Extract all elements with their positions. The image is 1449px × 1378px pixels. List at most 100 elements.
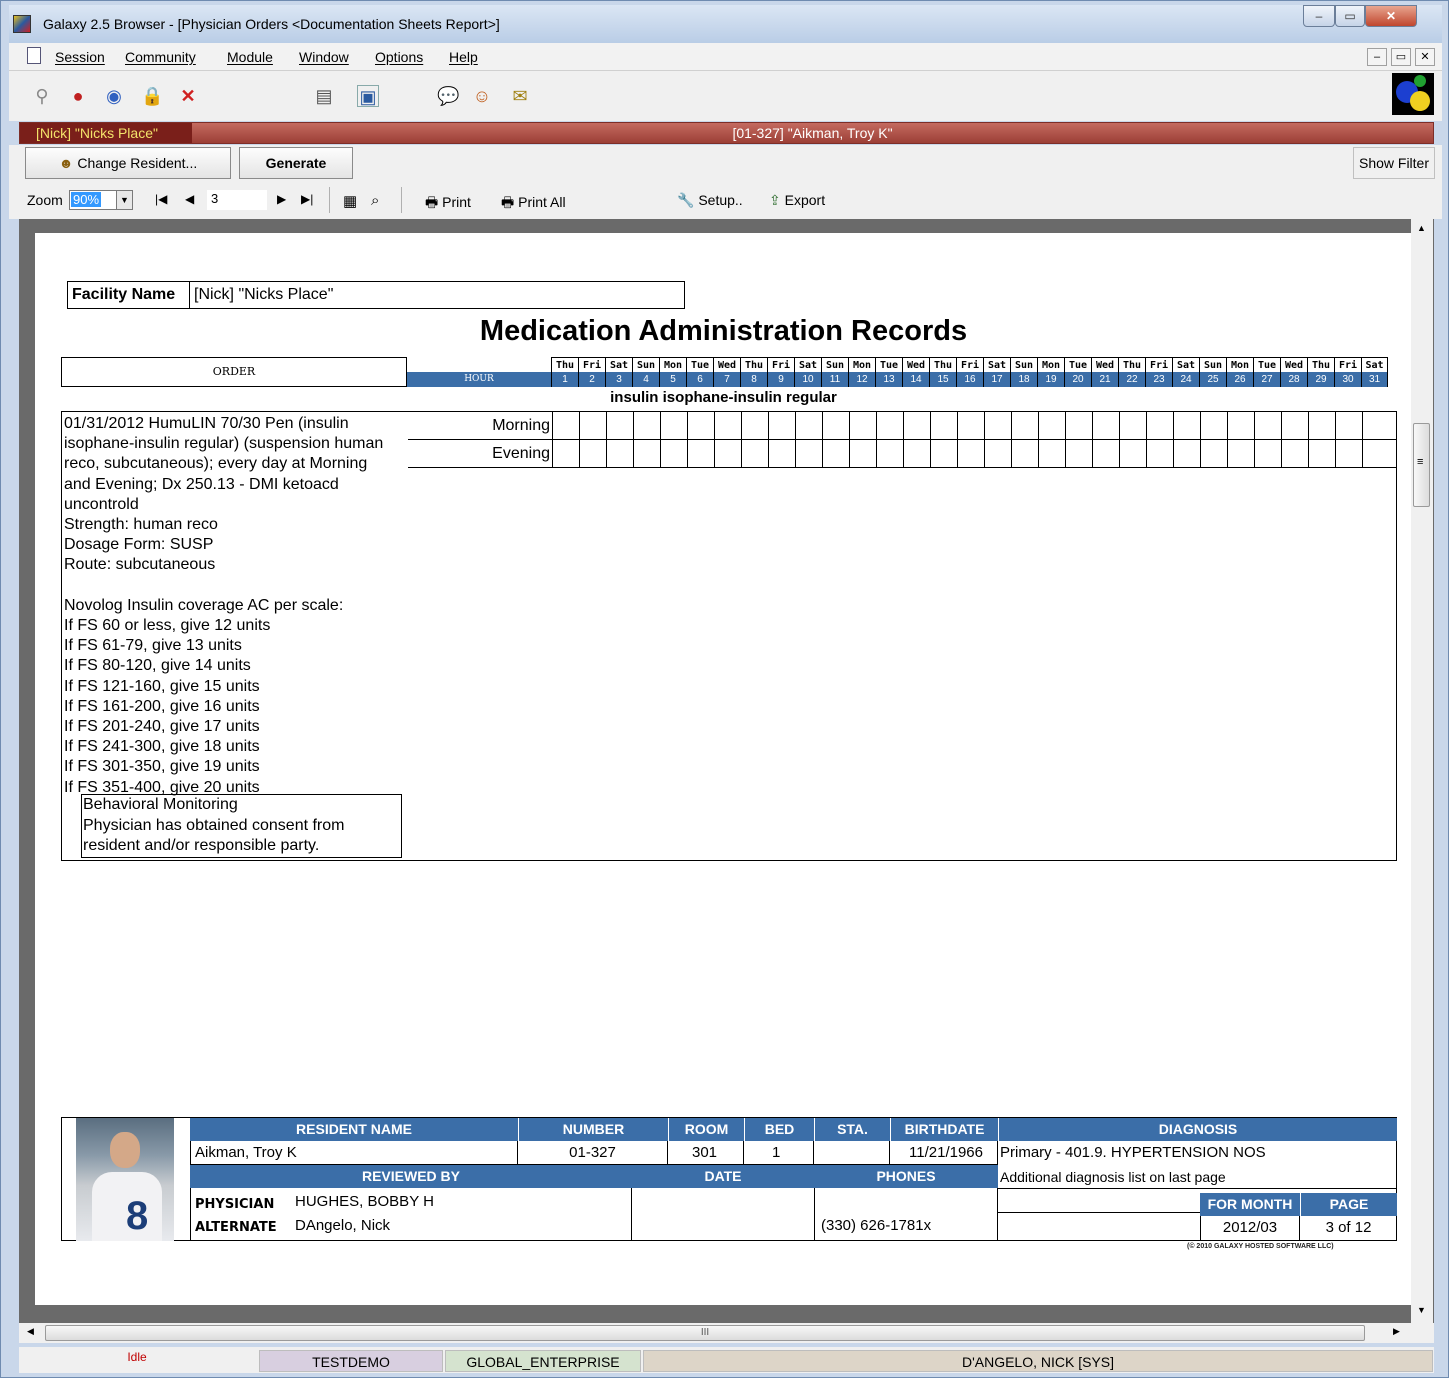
admin-cell[interactable] bbox=[822, 412, 849, 439]
admin-cell[interactable] bbox=[1335, 440, 1362, 467]
mdi-minimize-button[interactable]: – bbox=[1367, 48, 1387, 66]
admin-cell[interactable] bbox=[1065, 412, 1092, 439]
lock-icon[interactable]: 🔒 bbox=[141, 85, 163, 107]
print-all-button[interactable]: 🖶 Print All bbox=[501, 192, 566, 216]
admin-cell[interactable] bbox=[660, 440, 687, 467]
admin-cell[interactable] bbox=[741, 412, 768, 439]
tree-icon[interactable]: ▦ bbox=[343, 192, 357, 210]
admin-cell[interactable] bbox=[1065, 440, 1092, 467]
menu-community[interactable]: Community bbox=[125, 49, 196, 65]
page-number-input[interactable]: 3 bbox=[207, 190, 267, 210]
export-button[interactable]: ⇪ Export bbox=[769, 192, 825, 209]
admin-cell[interactable] bbox=[822, 440, 849, 467]
next-page-icon[interactable]: ▶ bbox=[277, 192, 286, 206]
setup-button[interactable]: 🔧 Setup.. bbox=[677, 192, 743, 209]
menu-help[interactable]: Help bbox=[449, 49, 478, 65]
scroll-left-icon[interactable]: ◀ bbox=[27, 1326, 34, 1337]
admin-cell[interactable] bbox=[903, 440, 930, 467]
admin-cell[interactable] bbox=[1119, 440, 1146, 467]
admin-cell[interactable] bbox=[876, 412, 903, 439]
vertical-scroll-thumb[interactable]: ≡ bbox=[1413, 423, 1430, 507]
admin-cell[interactable] bbox=[1092, 412, 1119, 439]
show-filter-button[interactable]: Show Filter bbox=[1353, 147, 1435, 179]
vertical-scrollbar[interactable]: ▲ ≡ ▼ bbox=[1411, 219, 1433, 1323]
admin-cell[interactable] bbox=[1281, 440, 1308, 467]
admin-cell[interactable] bbox=[660, 412, 687, 439]
menu-session[interactable]: Session bbox=[55, 49, 105, 65]
admin-cell[interactable] bbox=[768, 440, 795, 467]
admin-cell[interactable] bbox=[1227, 412, 1254, 439]
close-button[interactable]: ✕ bbox=[1365, 5, 1417, 27]
admin-cell[interactable] bbox=[1254, 412, 1281, 439]
admin-cell[interactable] bbox=[1308, 440, 1335, 467]
horizontal-scroll-thumb[interactable]: III bbox=[45, 1325, 1365, 1341]
admin-cell[interactable] bbox=[849, 412, 876, 439]
scroll-up-icon[interactable]: ▲ bbox=[1417, 223, 1426, 233]
admin-cell[interactable] bbox=[930, 440, 957, 467]
admin-cell[interactable] bbox=[795, 440, 822, 467]
admin-cell[interactable] bbox=[1011, 412, 1038, 439]
admin-cell[interactable] bbox=[552, 440, 579, 467]
globe-icon[interactable]: ◉ bbox=[103, 85, 125, 107]
admin-cell[interactable] bbox=[1362, 440, 1389, 467]
prev-page-icon[interactable]: ◀ bbox=[185, 192, 194, 206]
resident-context[interactable]: [01-327] "Aikman, Troy K" bbox=[192, 123, 1433, 143]
admin-cell[interactable] bbox=[1038, 412, 1065, 439]
admin-cell[interactable] bbox=[957, 412, 984, 439]
admin-cell[interactable] bbox=[741, 440, 768, 467]
mdi-restore-button[interactable]: ▭ bbox=[1391, 48, 1411, 66]
scroll-down-icon[interactable]: ▼ bbox=[1417, 1305, 1426, 1315]
binoculars-icon[interactable]: ⌕ bbox=[371, 192, 379, 209]
message-icon[interactable]: ✉ bbox=[509, 85, 531, 107]
admin-cell[interactable] bbox=[1119, 412, 1146, 439]
admin-cell[interactable] bbox=[633, 412, 660, 439]
maximize-button[interactable]: ▭ bbox=[1335, 5, 1365, 27]
admin-cell[interactable] bbox=[1254, 440, 1281, 467]
horizontal-scrollbar[interactable]: ◀ III ▶ bbox=[19, 1323, 1434, 1343]
admin-cell[interactable] bbox=[1146, 412, 1173, 439]
admin-cell[interactable] bbox=[1011, 440, 1038, 467]
people-icon[interactable]: ● bbox=[67, 85, 89, 107]
admin-cell[interactable] bbox=[633, 440, 660, 467]
mdi-close-button[interactable]: ✕ bbox=[1415, 48, 1435, 66]
admin-cell[interactable] bbox=[1281, 412, 1308, 439]
admin-cell[interactable] bbox=[795, 412, 822, 439]
admin-cell[interactable] bbox=[1092, 440, 1119, 467]
chevron-down-icon[interactable]: ▼ bbox=[116, 191, 132, 209]
last-page-icon[interactable]: ▶| bbox=[301, 192, 313, 206]
zoom-select[interactable]: 90% ▼ bbox=[69, 190, 133, 210]
menu-module[interactable]: Module bbox=[227, 49, 273, 65]
admin-cell[interactable] bbox=[1173, 412, 1200, 439]
admin-cell[interactable] bbox=[957, 440, 984, 467]
facility-context[interactable]: [Nick] "Nicks Place" bbox=[20, 123, 192, 143]
admin-cell[interactable] bbox=[714, 440, 741, 467]
menu-options[interactable]: Options bbox=[375, 49, 423, 65]
admin-cell[interactable] bbox=[1362, 412, 1389, 439]
form-icon[interactable]: ▤ bbox=[313, 85, 335, 107]
admin-cell[interactable] bbox=[768, 412, 795, 439]
generate-button[interactable]: Generate bbox=[239, 147, 353, 179]
user-icon[interactable]: ☺ bbox=[471, 85, 493, 107]
admin-cell[interactable] bbox=[1227, 440, 1254, 467]
admin-cell[interactable] bbox=[1038, 440, 1065, 467]
admin-cell[interactable] bbox=[714, 412, 741, 439]
change-resident-button[interactable]: ☻ Change Resident... bbox=[25, 147, 231, 179]
admin-cell[interactable] bbox=[1200, 412, 1227, 439]
first-page-icon[interactable]: |◀ bbox=[155, 192, 167, 206]
admin-cell[interactable] bbox=[876, 440, 903, 467]
scroll-right-icon[interactable]: ▶ bbox=[1393, 1326, 1400, 1337]
admin-cell[interactable] bbox=[606, 440, 633, 467]
admin-cell[interactable] bbox=[687, 412, 714, 439]
admin-cell[interactable] bbox=[903, 412, 930, 439]
magnifier-icon[interactable]: ⚲ bbox=[31, 85, 53, 107]
minimize-button[interactable]: – bbox=[1303, 5, 1335, 27]
admin-cell[interactable] bbox=[579, 440, 606, 467]
admin-cell[interactable] bbox=[687, 440, 714, 467]
admin-cell[interactable] bbox=[984, 412, 1011, 439]
admin-cell[interactable] bbox=[606, 412, 633, 439]
admin-cell[interactable] bbox=[1146, 440, 1173, 467]
admin-cell[interactable] bbox=[579, 412, 606, 439]
admin-cell[interactable] bbox=[984, 440, 1011, 467]
report-icon[interactable]: ▣ bbox=[357, 85, 379, 107]
print-button[interactable]: 🖶 Print bbox=[425, 192, 471, 216]
